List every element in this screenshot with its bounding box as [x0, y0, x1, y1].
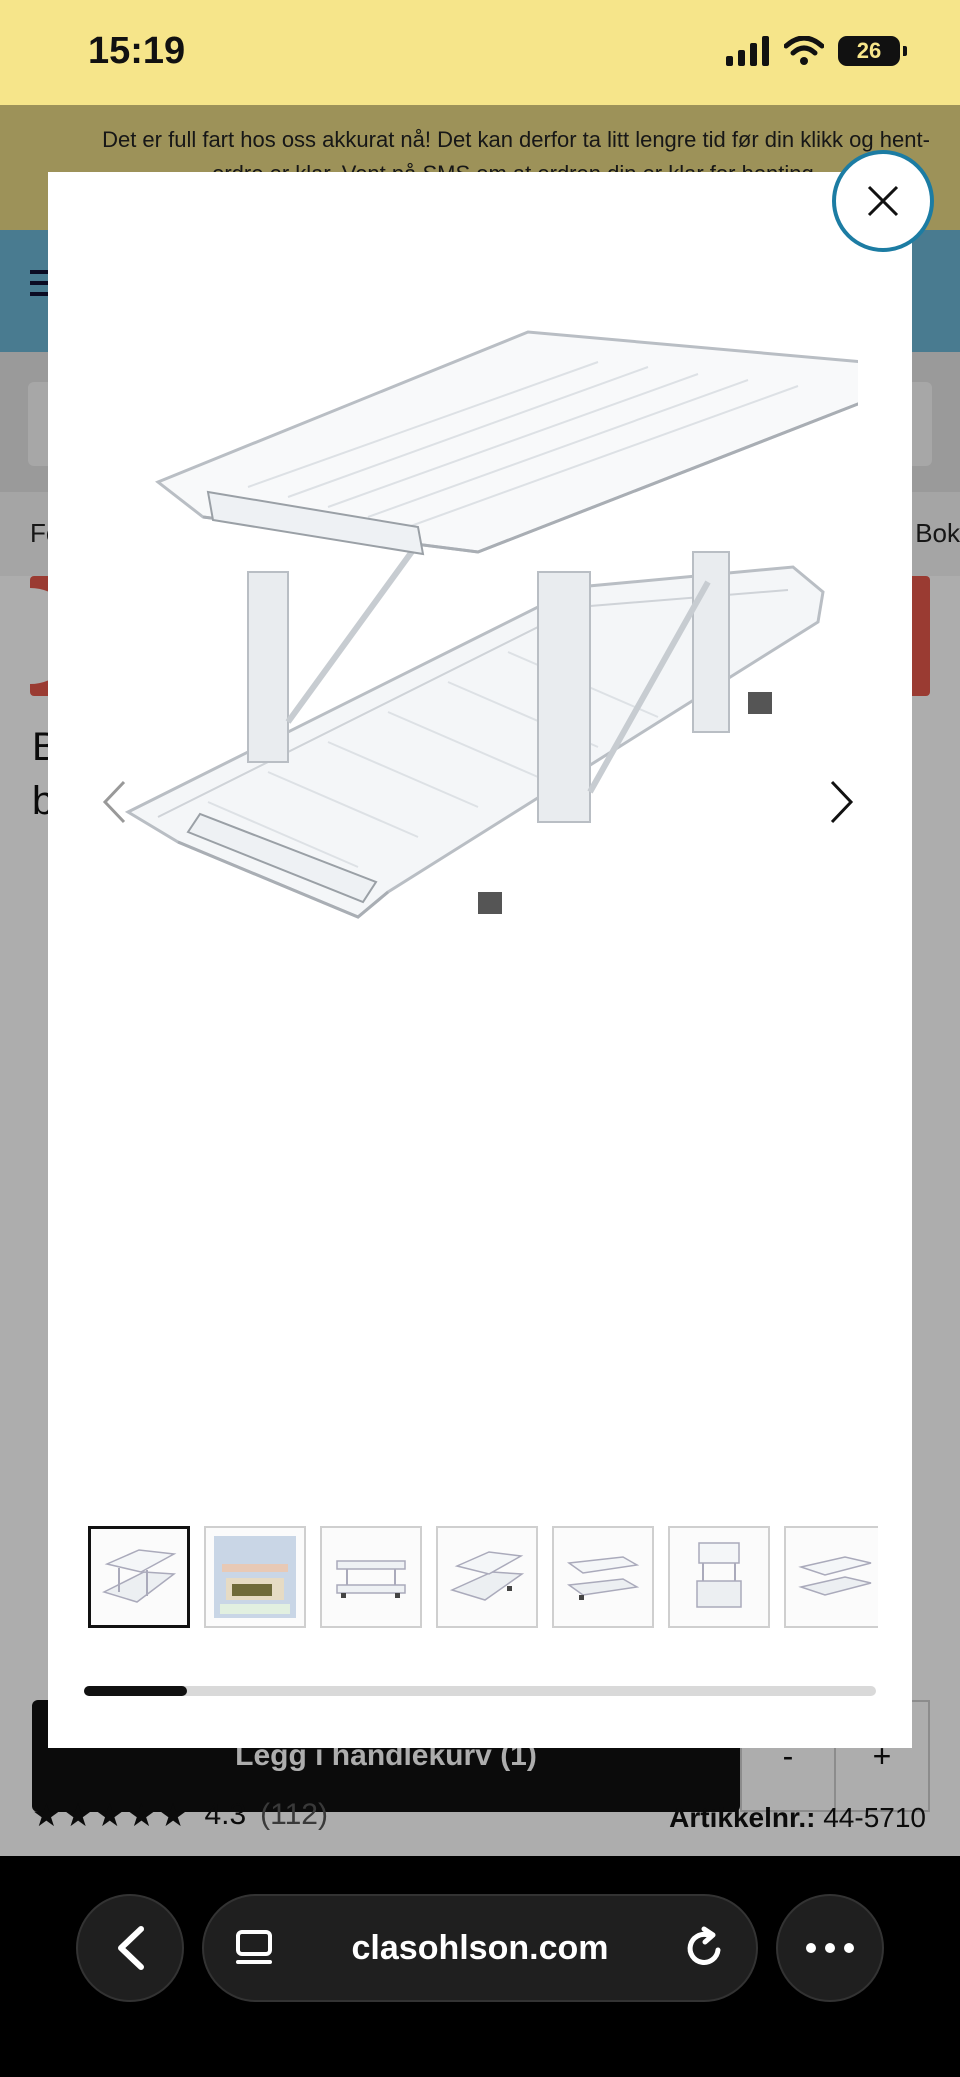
organizer-thumbnail-icon: [101, 1549, 177, 1603]
status-bar: 15:19 26: [0, 0, 960, 105]
more-dots-icon: [806, 1943, 854, 1953]
url-text: clasohlson.com: [351, 1929, 609, 1967]
thumbnail-1[interactable]: [88, 1526, 190, 1628]
image-gallery-modal: [48, 172, 912, 1748]
organizer-thumbnail-icon: [566, 1556, 640, 1600]
thumbnail-strip: [88, 1526, 878, 1630]
product-image: [124, 330, 858, 919]
thumbnail-3[interactable]: [320, 1526, 422, 1628]
thumbnail-7[interactable]: [784, 1526, 878, 1628]
organizer-thumbnail-icon: [336, 1560, 406, 1598]
wifi-icon: [784, 36, 824, 65]
thumbnail-2[interactable]: [204, 1526, 306, 1628]
signal-icon: [726, 36, 769, 66]
chevron-right-icon: [830, 780, 854, 824]
next-image-button[interactable]: [822, 772, 862, 832]
fridge-thumbnail-icon: [214, 1536, 296, 1618]
organizer-thumbnail-icon: [449, 1551, 525, 1601]
back-button[interactable]: [76, 1894, 184, 2002]
battery-icon: 26: [838, 36, 907, 66]
status-time: 15:19: [88, 30, 186, 72]
thumbnail-4[interactable]: [436, 1526, 538, 1628]
browser-toolbar: clasohlson.com: [0, 1856, 960, 2077]
status-icons: 26: [726, 36, 907, 66]
chevron-left-icon: [118, 1926, 144, 1970]
close-gallery-button[interactable]: [832, 150, 934, 252]
address-bar[interactable]: clasohlson.com: [202, 1894, 758, 2002]
organizer-thumbnail-icon: [696, 1542, 742, 1608]
thumbnail-scrollbar[interactable]: [84, 1686, 876, 1696]
close-icon: [867, 185, 899, 217]
thumbnail-scrollbar-thumb[interactable]: [84, 1686, 187, 1696]
organizer-thumbnail-icon: [798, 1556, 872, 1596]
more-options-button[interactable]: [776, 1894, 884, 2002]
thumbnail-6[interactable]: [668, 1526, 770, 1628]
reload-icon[interactable]: [682, 1926, 726, 1970]
thumbnail-5[interactable]: [552, 1526, 654, 1628]
